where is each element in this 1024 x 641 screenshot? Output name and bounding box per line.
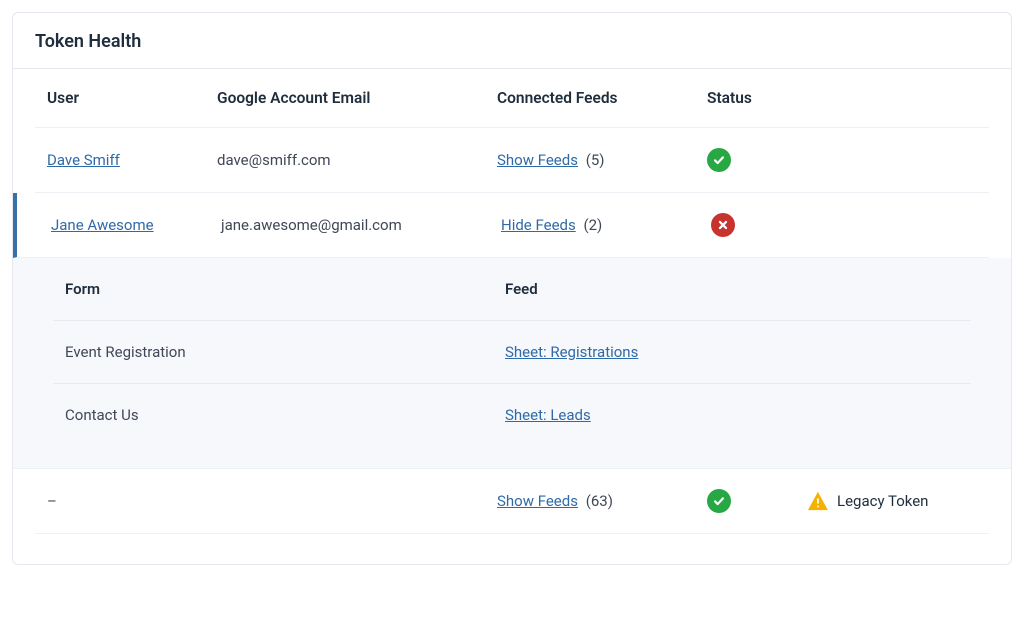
form-name: Contact Us — [65, 406, 505, 424]
user-link[interactable]: Dave Smiff — [47, 151, 120, 169]
feed-count: (2) — [583, 216, 602, 234]
inner-table-row: Event Registration Sheet: Registrations — [53, 321, 971, 384]
user-placeholder: – — [47, 492, 217, 510]
inner-table-row: Contact Us Sheet: Leads — [53, 384, 971, 446]
user-email: jane.awesome@gmail.com — [221, 216, 501, 234]
status-ok-icon — [707, 489, 731, 513]
col-header-feeds: Connected Feeds — [497, 89, 707, 107]
card-body: User Google Account Email Connected Feed… — [13, 69, 1011, 564]
inner-col-header-feed: Feed — [505, 280, 959, 298]
user-link[interactable]: Jane Awesome — [51, 216, 154, 234]
table-row: Dave Smiff dave@smiff.com Show Feeds (5) — [35, 128, 989, 193]
toggle-feeds-link[interactable]: Hide Feeds — [501, 216, 576, 234]
feed-link[interactable]: Sheet: Registrations — [505, 343, 638, 361]
status-ok-icon — [707, 148, 731, 172]
inner-col-header-form: Form — [65, 280, 505, 298]
col-header-user: User — [47, 89, 217, 107]
expanded-feeds-panel: Form Feed Event Registration Sheet: Regi… — [13, 258, 1011, 469]
token-table: User Google Account Email Connected Feed… — [35, 69, 989, 534]
token-health-card: Token Health User Google Account Email C… — [12, 12, 1012, 565]
legacy-token-label: Legacy Token — [837, 492, 928, 510]
col-header-email: Google Account Email — [217, 89, 497, 107]
card-header: Token Health — [13, 13, 1011, 69]
toggle-feeds-link[interactable]: Show Feeds — [497, 492, 578, 510]
feed-count: (63) — [586, 492, 613, 510]
col-header-status: Status — [707, 89, 807, 107]
user-email: dave@smiff.com — [217, 151, 497, 169]
feed-link[interactable]: Sheet: Leads — [505, 406, 591, 424]
warning-icon — [807, 491, 829, 511]
form-name: Event Registration — [65, 343, 505, 361]
inner-header-row: Form Feed — [53, 258, 971, 321]
toggle-feeds-link[interactable]: Show Feeds — [497, 151, 578, 169]
table-header-row: User Google Account Email Connected Feed… — [35, 69, 989, 128]
card-title: Token Health — [35, 31, 989, 52]
feed-count: (5) — [586, 151, 605, 169]
status-error-icon — [711, 213, 735, 237]
table-row: Jane Awesome jane.awesome@gmail.com Hide… — [13, 193, 989, 258]
table-row: – Show Feeds (63) Legacy Token — [35, 469, 989, 534]
